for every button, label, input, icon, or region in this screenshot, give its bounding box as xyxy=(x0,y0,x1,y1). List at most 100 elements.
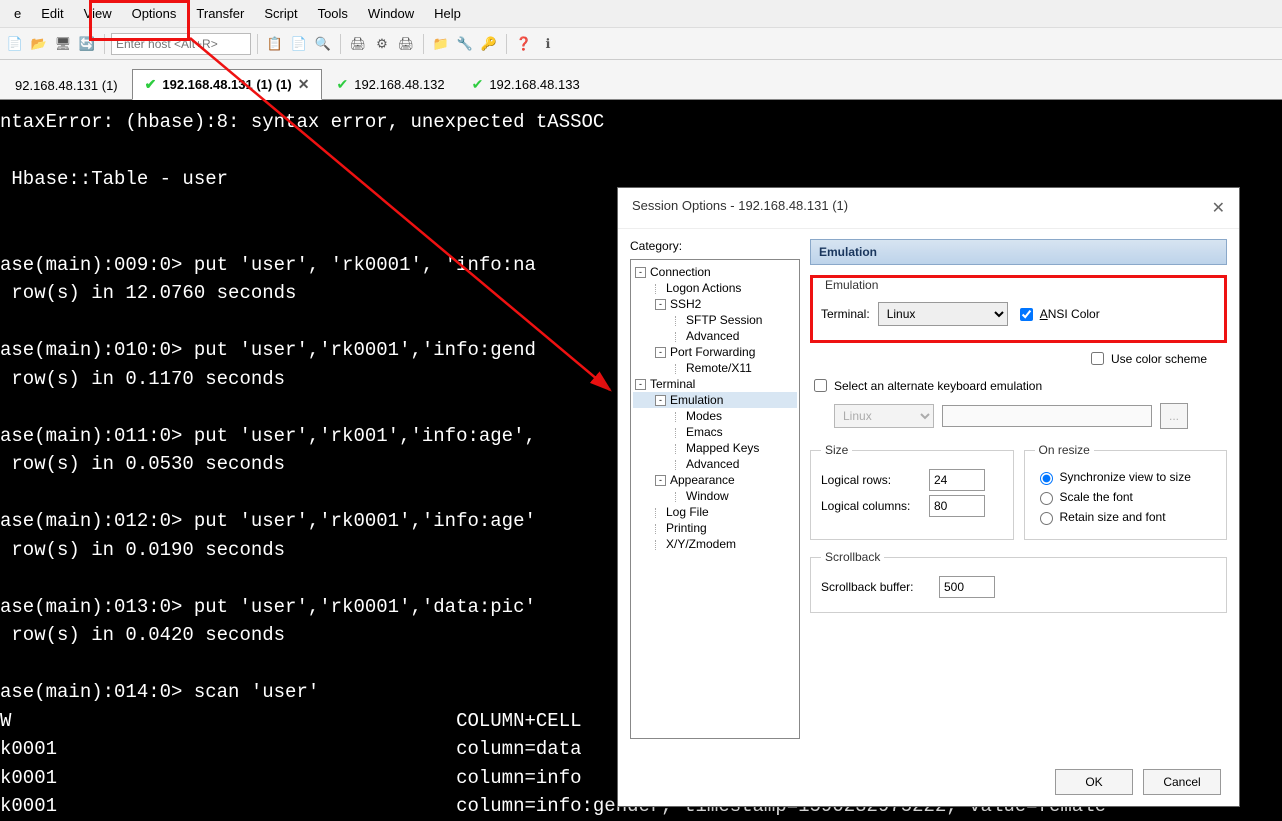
browse-button: ... xyxy=(1160,403,1188,429)
tree-label: Log File xyxy=(666,505,709,519)
ansi-color-checkbox[interactable]: AANSI ColorNSI Color xyxy=(1016,305,1100,324)
tab-3[interactable]: ✔ 192.168.48.133 xyxy=(459,69,593,100)
rows-input[interactable] xyxy=(929,469,985,491)
menu-tools[interactable]: Tools xyxy=(308,2,358,25)
tree-toggle-icon[interactable]: - xyxy=(655,299,666,310)
alt-kbd-select: Linux xyxy=(834,404,934,428)
scrollback-label: Scrollback buffer: xyxy=(821,580,931,594)
dialog-titlebar: Session Options - 192.168.48.131 (1) ✕ xyxy=(618,188,1239,229)
tree-node-x-y-zmodem[interactable]: X/Y/Zmodem xyxy=(633,536,797,552)
find-icon[interactable]: 🔍 xyxy=(312,33,334,55)
dialog-footer: OK Cancel xyxy=(618,759,1239,805)
tree-node-appearance[interactable]: -Appearance xyxy=(633,472,797,488)
tree-label: SSH2 xyxy=(670,297,701,311)
tree-node-printing[interactable]: Printing xyxy=(633,520,797,536)
separator xyxy=(423,34,424,54)
tab-2[interactable]: ✔ 192.168.48.132 xyxy=(323,69,457,100)
print2-icon[interactable]: 🖨 xyxy=(395,33,417,55)
print-icon[interactable]: 🖨 xyxy=(347,33,369,55)
open-icon[interactable]: 📂 xyxy=(28,33,50,55)
tree-node-logon-actions[interactable]: Logon Actions xyxy=(633,280,797,296)
tree-label: Emacs xyxy=(686,425,723,439)
cancel-button[interactable]: Cancel xyxy=(1143,769,1221,795)
cols-label: Logical columns: xyxy=(821,499,921,513)
ansi-color-label: AANSI ColorNSI Color xyxy=(1040,307,1100,321)
color-scheme-input[interactable] xyxy=(1091,352,1104,365)
tree-node-advanced[interactable]: Advanced xyxy=(633,456,797,472)
paste-icon[interactable]: 📄 xyxy=(288,33,310,55)
tree-label: Advanced xyxy=(686,329,739,343)
key-icon[interactable]: 🔑 xyxy=(478,33,500,55)
menu-file-partial[interactable]: e xyxy=(4,2,31,25)
tree-node-emacs[interactable]: Emacs xyxy=(633,424,797,440)
alt-kbd-label: Select an alternate keyboard emulation xyxy=(834,379,1042,393)
copy-icon[interactable]: 📋 xyxy=(264,33,286,55)
category-tree[interactable]: -ConnectionLogon Actions-SSH2SFTP Sessio… xyxy=(630,259,800,739)
tree-label: Mapped Keys xyxy=(686,441,759,455)
check-icon: ✔ xyxy=(336,76,348,93)
tree-label: Appearance xyxy=(670,473,735,487)
tree-node-modes[interactable]: Modes xyxy=(633,408,797,424)
tab-0[interactable]: 92.168.48.131 (1) xyxy=(2,71,131,100)
session-tabs: 92.168.48.131 (1) ✔ 192.168.48.131 (1) (… xyxy=(0,60,1282,100)
resize-retain-radio[interactable]: Retain size and font xyxy=(1035,509,1217,525)
alt-kbd-input[interactable] xyxy=(814,379,827,392)
menu-help[interactable]: Help xyxy=(424,2,471,25)
scrollback-input[interactable] xyxy=(939,576,995,598)
tree-label: X/Y/Zmodem xyxy=(666,537,736,551)
tree-node-terminal[interactable]: -Terminal xyxy=(633,376,797,392)
tree-toggle-icon[interactable]: - xyxy=(655,347,666,358)
scrollback-group: Scrollback Scrollback buffer: xyxy=(810,550,1227,613)
tree-node-advanced[interactable]: Advanced xyxy=(633,328,797,344)
tab-1[interactable]: ✔ 192.168.48.131 (1) (1) ✕ xyxy=(132,69,323,100)
cols-input[interactable] xyxy=(929,495,985,517)
size-legend: Size xyxy=(821,443,852,457)
tree-node-log-file[interactable]: Log File xyxy=(633,504,797,520)
tree-toggle-icon[interactable]: - xyxy=(655,395,666,406)
tree-node-window[interactable]: Window xyxy=(633,488,797,504)
connect-icon[interactable]: 🖥 xyxy=(52,33,74,55)
ok-button[interactable]: OK xyxy=(1055,769,1133,795)
new-session-icon[interactable]: 📄 xyxy=(4,33,26,55)
tree-node-emulation[interactable]: -Emulation xyxy=(633,392,797,408)
options-icon[interactable]: ⚙ xyxy=(371,33,393,55)
about-icon[interactable]: ℹ xyxy=(537,33,559,55)
resize-sync-radio[interactable]: Synchronize view to size xyxy=(1035,469,1217,485)
tree-toggle-icon[interactable]: - xyxy=(635,267,646,278)
scrollback-legend: Scrollback xyxy=(821,550,884,564)
alt-kbd-path xyxy=(942,405,1152,427)
session-options-dialog: Session Options - 192.168.48.131 (1) ✕ C… xyxy=(617,187,1240,807)
resize-scale-radio[interactable]: Scale the font xyxy=(1035,489,1217,505)
tab-label: 192.168.48.133 xyxy=(489,77,579,92)
tree-node-remote-x11[interactable]: Remote/X11 xyxy=(633,360,797,376)
menubar: e Edit View Options Transfer Script Tool… xyxy=(0,0,1282,28)
tree-node-sftp-session[interactable]: SFTP Session xyxy=(633,312,797,328)
tree-node-connection[interactable]: -Connection xyxy=(633,264,797,280)
tree-toggle-icon[interactable]: - xyxy=(635,379,646,390)
check-icon: ✔ xyxy=(472,76,484,93)
menu-script[interactable]: Script xyxy=(254,2,307,25)
use-color-scheme-checkbox[interactable]: Use color scheme xyxy=(1087,349,1207,368)
close-icon[interactable]: ✕ xyxy=(1212,198,1225,218)
help-icon[interactable]: ❓ xyxy=(513,33,535,55)
tree-node-port-forwarding[interactable]: -Port Forwarding xyxy=(633,344,797,360)
separator xyxy=(340,34,341,54)
alt-keyboard-checkbox[interactable]: Select an alternate keyboard emulation xyxy=(810,376,1227,395)
terminal-select[interactable]: Linux xyxy=(878,302,1008,326)
emulation-group: Emulation Terminal: Linux AANSI ColorNSI… xyxy=(813,278,1224,336)
tree-toggle-icon[interactable]: - xyxy=(655,475,666,486)
tree-node-ssh2[interactable]: -SSH2 xyxy=(633,296,797,312)
settings-panel: Emulation Emulation Terminal: Linux AANS… xyxy=(810,239,1227,759)
menu-window[interactable]: Window xyxy=(358,2,424,25)
tools-icon[interactable]: 🔧 xyxy=(454,33,476,55)
tree-label: Window xyxy=(686,489,729,503)
menu-transfer[interactable]: Transfer xyxy=(186,2,254,25)
folder-icon[interactable]: 📁 xyxy=(430,33,452,55)
ansi-color-input[interactable] xyxy=(1020,308,1033,321)
resize-group: On resize Synchronize view to size Scale… xyxy=(1024,443,1228,540)
tab-label: 192.168.48.132 xyxy=(354,77,444,92)
close-icon[interactable]: ✕ xyxy=(298,76,310,93)
menu-edit[interactable]: Edit xyxy=(31,2,73,25)
tree-node-mapped-keys[interactable]: Mapped Keys xyxy=(633,440,797,456)
rows-label: Logical rows: xyxy=(821,473,921,487)
